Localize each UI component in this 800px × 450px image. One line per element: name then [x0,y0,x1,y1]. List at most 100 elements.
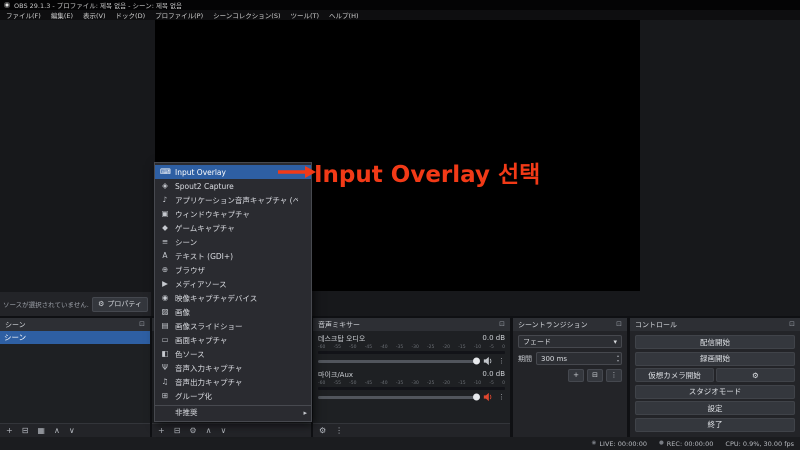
menu-item-label: 非推奨 [175,408,198,417]
menu-item-label: ゲームキャプチャ [175,223,235,233]
scenes-dock: シーン ⊡ シーン + ⊟ ▦ ∧ ∨ [0,318,150,437]
transition-select[interactable]: フェード ▾ [518,335,622,348]
settings-button[interactable]: 設定 [635,401,795,415]
properties-button[interactable]: ⚙ プロパティ [92,296,148,312]
menubar-item[interactable]: ツール(T) [285,10,324,20]
add-transition-button[interactable]: + [568,369,584,382]
db-tick: 0 [502,345,505,350]
mixer-body: 데스크탑 오디오 0.0 dB -60 -55 -50 -45 -40 -35 -30 -25… [313,331,510,423]
menu-item-label: グループ化 [175,391,213,401]
stream-signal-icon: ◉ [591,439,597,446]
titlebar: OBS 29.1.3 - プロファイル: 제목 없음 - シーン: 제목 없음 [0,0,800,10]
remove-scene-button[interactable]: ⊟ [22,426,29,435]
window-title: OBS 29.1.3 - プロファイル: 제목 없음 - シーン: 제목 없음 [14,2,182,10]
volume-slider-handle[interactable] [473,357,480,365]
popout-icon[interactable]: ⊡ [139,321,145,328]
scene-move-up-button[interactable]: ∧ [54,426,60,435]
start-virtual-camera-button[interactable]: 仮想カメラ開始 [635,368,714,382]
mic-mute-toggle-icon[interactable] [483,392,493,402]
add-source-menu-item[interactable]: ◉ 映像キャプチャデバイス ▸ [155,291,311,305]
add-source-menu-item[interactable]: ≡ シーン ▸ [155,235,311,249]
keyboard-icon: ⌨ [160,167,171,177]
add-source-menu-item[interactable]: ◈ Spout2 Capture ▸ [155,179,311,193]
virtual-camera-config-button[interactable]: ⚙ [716,368,795,382]
db-tick: -15 [458,345,466,350]
menubar: ファイル(F) 編集(E) 表示(V) ドック(D) プロファイル(P) シーン… [0,10,800,20]
popout-icon[interactable]: ⊡ [499,321,505,328]
duration-spinner[interactable]: 300 ms ▴ ▾ [536,352,622,365]
add-source-menu-item[interactable]: ▣ ウィンドウキャプチャ ▸ [155,207,311,221]
studio-mode-button[interactable]: スタジオモード [635,384,795,399]
start-streaming-button[interactable]: 配信開始 [635,335,795,349]
menubar-item[interactable]: 編集(E) [46,10,78,20]
add-source-menu-item[interactable]: ⊞ グループ化 ▸ [155,389,311,403]
add-source-menu-item[interactable]: ◧ 色ソース ▸ [155,347,311,361]
add-source-menu-item[interactable]: A テキスト (GDI+) ▸ [155,249,311,263]
menubar-item[interactable]: 表示(V) [78,10,111,20]
db-tick: -40 [380,381,388,386]
live-status: ◉ LIVE: 00:00:00 [592,440,647,448]
spinner-down-icon[interactable]: ▾ [617,358,619,363]
remove-source-button[interactable]: ⊟ [174,426,181,435]
app-audio-icon: ♪ [162,195,168,205]
menubar-item[interactable]: プロファイル(P) [150,10,208,20]
properties-button-label: プロパティ [107,300,142,308]
db-tick: -5 [489,345,494,350]
add-source-menu-item[interactable]: ▨ 画像 ▸ [155,305,311,319]
remove-transition-button[interactable]: ⊟ [587,369,603,382]
popout-icon[interactable]: ⊡ [789,321,795,328]
duration-value: 300 ms [541,354,568,363]
menubar-item[interactable]: ファイル(F) [1,10,46,20]
menu-item-label: シーン [175,237,198,247]
add-source-menu-item[interactable]: ♪ アプリケーション音声キャプチャ (ベータ版) ▸ [155,193,311,207]
mixer-settings-button[interactable]: ⚙ [319,426,326,435]
menubar-item[interactable]: ヘルプ(H) [324,10,363,20]
db-tick: -60 [318,345,326,350]
add-source-button[interactable]: + [158,426,165,435]
channel-db-value: 0.0 dB [482,334,505,342]
spout-icon: ◈ [162,181,168,191]
slideshow-icon: ▤ [161,321,169,331]
scene-grid-mode-button[interactable]: ▦ [37,426,45,435]
source-move-up-button[interactable]: ∧ [206,426,212,435]
add-source-menu-item[interactable]: ▭ 画面キャプチャ ▸ [155,333,311,347]
channel-options-icon[interactable]: ⋮ [498,393,505,401]
scene-list-item[interactable]: シーン [0,331,150,344]
add-source-menu-item[interactable]: ▤ 画像スライドショー ▸ [155,319,311,333]
controls-dock-header: コントロール ⊡ [630,318,800,331]
add-source-menu-item[interactable]: ▶ メディアソース ▸ [155,277,311,291]
mixer-options-button[interactable]: ⋮ [335,426,343,435]
source-properties-icon-button[interactable]: ⚙ [189,426,196,435]
scenes-toolbar: + ⊟ ▦ ∧ ∨ [0,423,150,437]
db-tick: -45 [364,381,373,386]
menu-item-label: 映像キャプチャデバイス [175,293,258,303]
volume-meter [318,387,505,390]
sources-toolbar: + ⊟ ⚙ ∧ ∨ [152,423,311,437]
add-source-menu-item[interactable]: ♫ 音声出力キャプチャ ▸ [155,375,311,389]
volume-slider[interactable] [318,393,480,401]
volume-slider[interactable] [318,357,480,365]
obs-window: OBS 29.1.3 - プロファイル: 제목 없음 - シーン: 제목 없음 … [0,0,800,450]
controls-body: 配信開始 録画開始 仮想カメラ開始 ⚙ スタジオモード 設定 終了 [630,331,800,437]
start-recording-button[interactable]: 録画開始 [635,351,795,366]
add-source-menu-item[interactable]: 非推奨 ▸ [155,405,311,419]
menu-item-label: 画像スライドショー [175,321,243,331]
source-move-down-button[interactable]: ∨ [220,426,226,435]
transition-properties-button[interactable]: ⋮ [606,369,622,382]
menubar-item[interactable]: シーンコレクション(S) [208,10,285,20]
menu-item-label: ブラウザ [175,265,205,275]
add-source-menu-item[interactable]: ⊕ ブラウザ ▸ [155,263,311,277]
menu-item-label: 画面キャプチャ [175,335,228,345]
add-scene-button[interactable]: + [6,426,13,435]
add-source-menu-item[interactable]: Ψ 音声入力キャプチャ ▸ [155,361,311,375]
menubar-item[interactable]: ドック(D) [111,10,151,20]
exit-button[interactable]: 終了 [635,417,795,432]
speaker-mute-toggle-icon[interactable] [483,356,493,366]
scene-move-down-button[interactable]: ∨ [69,426,75,435]
add-source-menu-item[interactable]: ◆ ゲームキャプチャ ▸ [155,221,311,235]
mixer-dock-header: 音声ミキサー ⊡ [313,318,510,331]
volume-slider-handle[interactable] [473,393,480,401]
mixer-channel-desktop-audio: 데스크탑 오디오 0.0 dB -60 -55 -50 -45 -40 -35 -30 -25… [318,334,505,366]
channel-options-icon[interactable]: ⋮ [498,357,505,365]
popout-icon[interactable]: ⊡ [616,321,622,328]
